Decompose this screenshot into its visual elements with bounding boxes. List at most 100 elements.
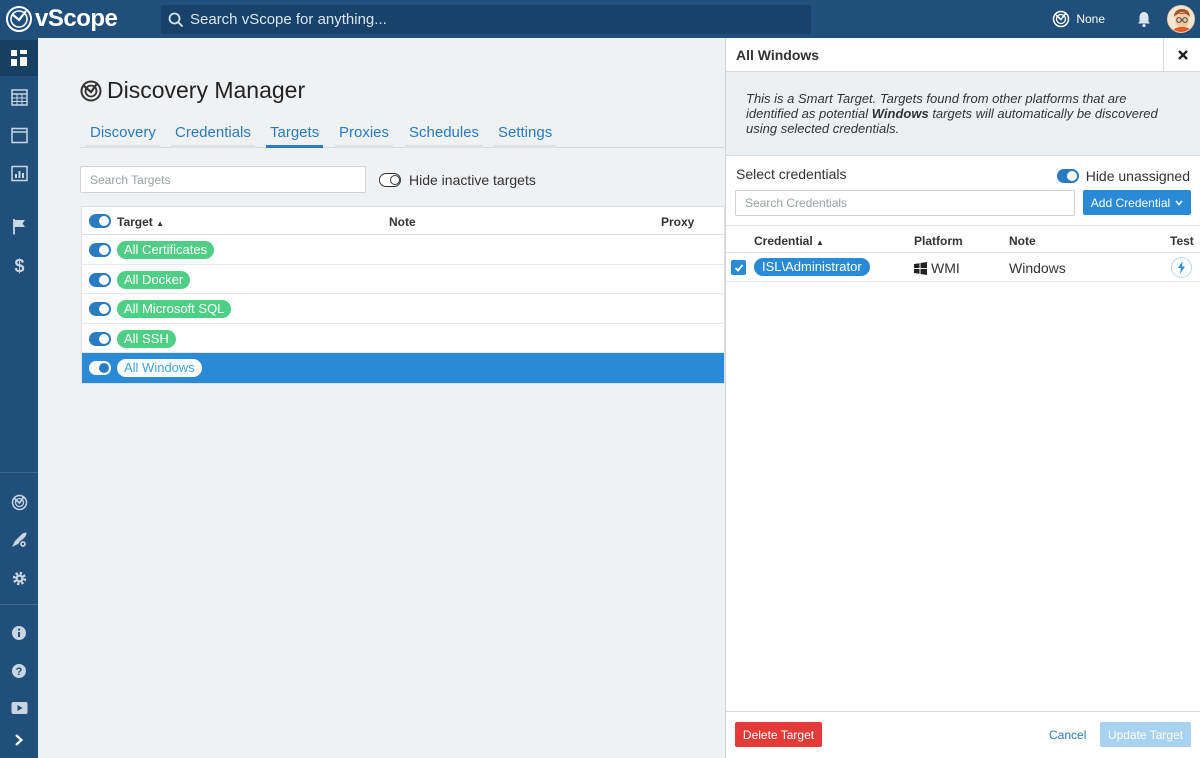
bar-chart-icon <box>10 165 28 181</box>
sidebar-item-costs[interactable]: $ <box>0 247 38 283</box>
targets-search-input[interactable] <box>80 166 366 193</box>
sidebar-item-info[interactable] <box>0 615 38 651</box>
column-test: Test <box>1170 234 1194 248</box>
add-credential-button[interactable]: Add Credential <box>1083 190 1191 215</box>
user-avatar-icon <box>1168 6 1194 32</box>
sidebar-item-discovery[interactable] <box>0 484 38 520</box>
table-header: Credential ▲ Platform Note Test <box>726 225 1200 253</box>
target-name: All SSH <box>117 329 176 348</box>
tab-discovery[interactable]: Discovery <box>86 121 160 148</box>
table-row[interactable]: All Docker <box>82 265 724 294</box>
close-button[interactable] <box>1163 38 1200 72</box>
table-row[interactable]: ISL\Administrator WMI Windows <box>726 253 1200 282</box>
close-icon <box>1177 50 1188 60</box>
lightning-icon <box>1178 261 1185 274</box>
tab-proxies[interactable]: Proxies <box>335 121 394 148</box>
hide-unassigned-label: Hide unassigned <box>1085 168 1190 184</box>
table-row[interactable]: All Microsoft SQL <box>82 294 724 324</box>
column-target[interactable]: Target ▲ <box>117 215 164 229</box>
cancel-button[interactable]: Cancel <box>1049 728 1086 742</box>
column-platform[interactable]: Platform <box>914 234 963 248</box>
sidebar-item-help[interactable]: ? <box>0 653 38 689</box>
credentials-table: Credential ▲ Platform Note Test ISL\Admi… <box>726 225 1200 282</box>
target-active-toggle[interactable] <box>89 361 111 375</box>
bell-icon <box>1138 12 1150 28</box>
sidebar-item-dashboard[interactable] <box>0 40 38 76</box>
global-search[interactable] <box>161 5 811 34</box>
target-active-toggle[interactable] <box>89 302 111 316</box>
tab-credentials[interactable]: Credentials <box>171 121 255 148</box>
app-logo[interactable]: vScope <box>6 5 118 33</box>
radar-icon <box>1053 10 1070 28</box>
sidebar-item-table[interactable] <box>0 79 38 115</box>
dashboard-icon <box>11 50 27 66</box>
targets-table: Target ▲ Note Proxy All Certificates All… <box>81 206 725 384</box>
target-active-toggle[interactable] <box>89 272 111 287</box>
sidebar-item-flags[interactable] <box>0 208 38 244</box>
target-active-toggle[interactable] <box>89 243 111 257</box>
notifications-button[interactable] <box>1135 10 1153 28</box>
tab-schedules[interactable]: Schedules <box>405 121 484 148</box>
select-credentials-label: Select credentials <box>736 166 847 182</box>
table-header: Target ▲ Note Proxy <box>82 207 724 235</box>
tab-targets[interactable]: Targets <box>266 121 324 148</box>
dollar-icon: $ <box>14 256 24 275</box>
table-icon <box>10 88 28 106</box>
page-title: Discovery Manager <box>107 77 306 103</box>
sort-asc-icon: ▲ <box>816 238 824 247</box>
search-icon <box>168 12 184 27</box>
tab-settings[interactable]: Settings <box>494 121 557 148</box>
sidebar-item-reports[interactable] <box>0 155 38 191</box>
flag-icon <box>12 218 25 234</box>
table-row[interactable]: All Certificates <box>82 235 724 265</box>
toggle-all-switch[interactable] <box>89 214 111 228</box>
checkmark-icon <box>734 263 743 272</box>
credential-name: ISL\Administrator <box>754 258 870 276</box>
radar-icon <box>80 80 102 101</box>
video-icon <box>11 702 27 714</box>
credentials-search-input[interactable] <box>735 190 1075 216</box>
radar-icon <box>11 494 27 510</box>
delete-target-button[interactable]: Delete Target <box>735 722 822 747</box>
credential-note: Windows <box>1009 260 1066 276</box>
test-credential-button[interactable] <box>1171 257 1192 278</box>
sidebar-expand-button[interactable] <box>0 722 38 758</box>
hide-inactive-label: Hide inactive targets <box>409 172 536 188</box>
sidebar-item-window[interactable] <box>0 117 38 153</box>
sidebar-item-settings[interactable] <box>0 560 38 596</box>
table-row-selected[interactable]: All Windows <box>82 353 724 383</box>
panel-title: All Windows <box>736 47 820 63</box>
table-row[interactable]: All SSH <box>82 324 724 353</box>
hide-inactive-toggle[interactable]: Hide inactive targets <box>371 172 536 188</box>
rocket-gear-icon <box>12 532 28 549</box>
gear-icon <box>12 571 26 585</box>
credential-platform: WMI <box>914 260 960 276</box>
column-note[interactable]: Note <box>389 215 416 229</box>
sidebar-divider <box>0 472 38 473</box>
target-active-toggle[interactable] <box>89 331 111 346</box>
windows-icon <box>914 261 927 275</box>
panel-header: All Windows <box>726 38 1200 72</box>
question-icon: ? <box>12 664 26 678</box>
svg-text:?: ? <box>16 666 23 678</box>
toggle-switch[interactable] <box>379 173 401 187</box>
column-note[interactable]: Note <box>1009 234 1036 248</box>
chevron-right-icon <box>15 734 24 746</box>
column-proxy[interactable]: Proxy <box>661 215 694 229</box>
hide-unassigned-toggle[interactable]: Hide unassigned <box>1050 168 1190 184</box>
site-label: None <box>1076 12 1105 26</box>
credential-checkbox[interactable] <box>731 260 746 275</box>
toggle-switch[interactable] <box>1056 169 1079 183</box>
sidebar: $ ? <box>0 38 38 758</box>
smart-target-note: This is a Smart Target. Targets found fr… <box>726 72 1200 156</box>
global-search-input[interactable] <box>190 11 790 28</box>
column-credential[interactable]: Credential ▲ <box>754 234 824 248</box>
site-selector[interactable]: None <box>1052 10 1105 28</box>
target-name: All Windows <box>117 359 202 377</box>
chevron-down-icon <box>1175 200 1183 206</box>
panel-footer: Delete Target Cancel Update Target <box>726 711 1200 758</box>
update-target-button[interactable]: Update Target <box>1100 722 1191 747</box>
sidebar-item-videos[interactable] <box>0 690 38 726</box>
user-avatar[interactable] <box>1167 5 1195 33</box>
sidebar-item-deploy[interactable] <box>0 522 38 558</box>
